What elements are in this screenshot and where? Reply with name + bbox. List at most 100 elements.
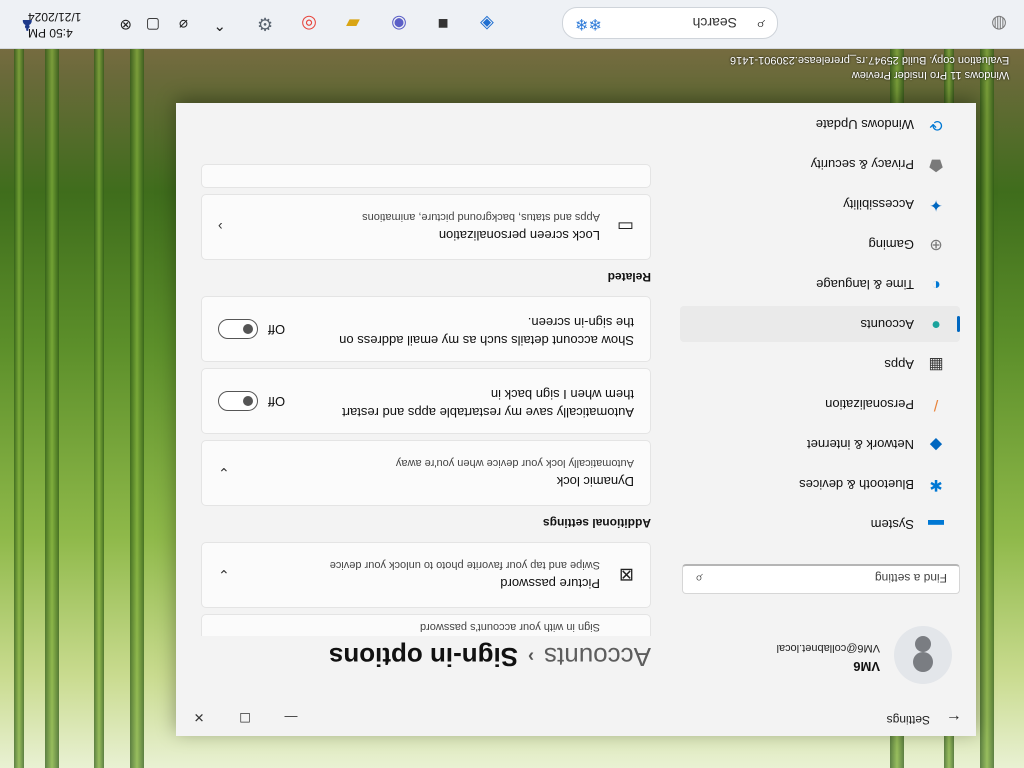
gamepad-icon: ⊕ [929, 236, 943, 253]
breadcrumb-separator: › [528, 647, 535, 667]
breadcrumb-parent[interactable]: Accounts [544, 642, 651, 672]
sidebar-item-accounts[interactable]: ● Accounts [680, 306, 960, 342]
bluetooth-icon: ✱ [929, 476, 943, 493]
sidebar-item-privacy[interactable]: ⬟ Privacy & security [680, 146, 960, 182]
sidebar-item-label: Gaming [868, 237, 914, 252]
search-icon: ⌕ [756, 16, 765, 33]
auto-restart-apps-title: Automatically save my restartable apps a… [342, 387, 634, 420]
display-icon[interactable]: ▢ [146, 16, 160, 34]
maximize-button[interactable]: ☐ [222, 704, 268, 730]
sidebar-item-network[interactable]: ◆ Network & internet [680, 426, 960, 462]
find-setting-input[interactable]: Find a setting ⌕ [682, 564, 960, 594]
watermark-line-2: Evaluation copy. Build 25947.rs_prerelea… [730, 54, 1010, 66]
sidebar-item-label: Apps [884, 357, 914, 372]
file-explorer-icon[interactable]: ▰ [338, 9, 368, 39]
auto-restart-apps-state: Off [268, 394, 286, 409]
edge-icon[interactable]: ◈ [472, 9, 502, 39]
minimize-button[interactable]: — [268, 704, 314, 730]
show-account-details-toggle[interactable] [218, 319, 258, 339]
lock-screen-icon: ▭ [616, 217, 634, 237]
lock-screen-title: Lock screen personalization [438, 228, 600, 243]
additional-settings-header: Additional settings [543, 516, 651, 530]
find-setting-placeholder: Find a setting [874, 571, 947, 585]
sidebar-item-time-language[interactable]: ◐ Time & language [680, 266, 960, 302]
picture-password-card[interactable]: ⊠ Picture password Swipe and tap your fa… [201, 542, 651, 608]
sidebar-item-label: Bluetooth & devices [799, 477, 914, 492]
dynamic-lock-title: Dynamic lock [556, 474, 634, 489]
user-email: VM6@collabnet.local [776, 642, 881, 654]
widgets-icon[interactable]: ◍ [984, 9, 1014, 39]
auto-restart-apps-toggle[interactable] [218, 391, 258, 411]
monitor-icon: ▬ [928, 516, 944, 533]
sidebar-item-accessibility[interactable]: ✦ Accessibility [680, 186, 960, 222]
settings-window: ← Settings — ☐ ✕ VM6 VM6@collabnet.local… [176, 103, 976, 736]
show-account-details-card: Show account details such as my email ad… [201, 296, 651, 362]
sidebar-item-label: Windows Update [815, 117, 914, 132]
sidebar-item-label: Accessibility [843, 197, 914, 212]
show-account-details-title: Show account details such as my email ad… [339, 315, 634, 348]
shield-icon: ⬟ [929, 156, 943, 173]
sidebar-item-system[interactable]: ▬ System [680, 506, 960, 542]
bamboo-stalk [14, 0, 24, 768]
picture-password-title: Picture password [500, 576, 600, 591]
lock-screen-card[interactable]: ▭ Lock screen personalization Apps and s… [201, 194, 651, 260]
chevron-right-icon[interactable]: › [218, 219, 223, 235]
sidebar-item-label: Privacy & security [810, 157, 914, 172]
apps-icon: ▦ [928, 356, 944, 373]
picture-password-icon: ⊠ [618, 565, 634, 585]
taskbar-search-placeholder: Search [692, 15, 737, 31]
sidebar-item-personalization[interactable]: / Personalization [680, 386, 960, 422]
snowflake-icon: ❄❄ [575, 15, 602, 32]
dynamic-lock-card[interactable]: Dynamic lock Automatically lock your dev… [201, 440, 651, 506]
main-content: Sign in with your account's password ⊠ P… [201, 103, 651, 636]
breadcrumb: Accounts › Sign-in options [329, 641, 651, 672]
chevron-down-icon[interactable]: ⌄ [218, 464, 230, 481]
globe-clock-icon: ◐ [931, 276, 941, 293]
volume-icon[interactable]: ⊗ [119, 16, 132, 34]
partial-card[interactable] [201, 164, 651, 188]
desktop: ← Settings — ☐ ✕ VM6 VM6@collabnet.local… [0, 0, 1024, 768]
close-button[interactable]: ✕ [176, 704, 222, 730]
chevron-down-icon[interactable]: ⌄ [218, 566, 230, 583]
sidebar-item-label: Time & language [816, 277, 914, 292]
back-arrow-icon[interactable]: ← [946, 710, 962, 728]
settings-gear-icon[interactable]: ⚙ [250, 9, 280, 39]
clock-time: 4:50 PM [28, 26, 73, 40]
sidebar-item-label: Accounts [860, 317, 914, 332]
teams-icon[interactable]: ◉ [384, 9, 414, 39]
sidebar-item-apps[interactable]: ▦ Apps [680, 346, 960, 382]
clock-date: 1/21/2024 [28, 10, 82, 24]
person-icon: ● [931, 316, 941, 333]
update-icon: ⟳ [929, 116, 943, 133]
sidebar-item-windows-update[interactable]: ⟳ Windows Update [680, 106, 960, 142]
taskbar-search-box[interactable]: ⌕ Search ❄❄ [562, 7, 778, 39]
auto-restart-apps-card: Automatically save my restartable apps a… [201, 368, 651, 434]
accessibility-icon: ✦ [929, 196, 943, 213]
lock-screen-subtitle: Apps and status, background picture, ani… [362, 211, 600, 223]
sidebar-item-bluetooth[interactable]: ✱ Bluetooth & devices [680, 466, 960, 502]
page-title: Sign-in options [328, 642, 519, 672]
chrome-icon[interactable]: ◎ [294, 9, 324, 39]
password-card-subtitle: Sign in with your account's password [419, 621, 600, 633]
title-bar: ← Settings — ☐ ✕ [176, 702, 976, 736]
bamboo-stalk [94, 0, 104, 768]
dynamic-lock-subtitle: Automatically lock your device when you'… [395, 457, 634, 469]
sidebar-item-label: System [870, 517, 914, 532]
wifi-icon: ◆ [929, 436, 943, 453]
password-card[interactable]: Sign in with your account's password [201, 614, 651, 636]
related-header: Related [607, 270, 651, 284]
sidebar-item-label: Network & internet [807, 437, 914, 452]
brush-icon: / [933, 396, 939, 413]
avatar [894, 626, 952, 684]
picture-password-subtitle: Swipe and tap your favorite photo to unl… [329, 559, 600, 571]
taskbar: ◍ ⊞ ⌕ Search ❄❄ ◈ ■ ◉ ▰ ◎ ⚙ ⌃ ⌀ ▢ ⊗ 4:50… [0, 0, 1024, 49]
bamboo-stalk [980, 0, 994, 768]
show-account-details-state: Off [268, 322, 286, 337]
sidebar-item-gaming[interactable]: ⊕ Gaming [680, 226, 960, 262]
sidebar-nav: ▬ System ✱ Bluetooth & devices ◆ Network… [680, 103, 960, 542]
network-icon[interactable]: ⌀ [179, 16, 188, 34]
taskbar-clock[interactable]: 4:50 PM 1/21/2024 [28, 9, 81, 41]
terminal-icon[interactable]: ■ [428, 9, 458, 39]
notification-icon[interactable]: ♟ [21, 16, 34, 34]
chevron-up-icon[interactable]: ⌃ [213, 16, 226, 34]
